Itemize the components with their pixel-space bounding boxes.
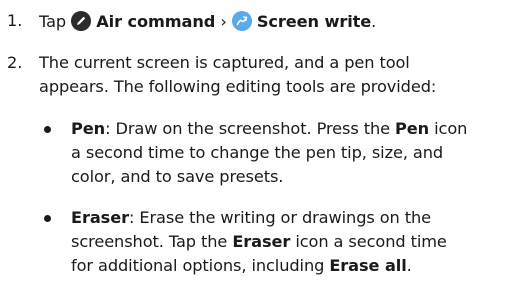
screen-write-icon [231,11,252,31]
step-2-line-2: appears. The following editing tools are… [39,77,437,96]
step-1-period: . [371,12,377,31]
eraser-bullet-line-2: screenshot. Tap the Eraser icon a second… [71,232,447,252]
pen-bullet-line-3: color, and to save presets. [71,167,284,186]
menu-separator: › [220,12,227,31]
pen-inline-bold: Pen [395,119,430,138]
eraser-term: Eraser [71,208,129,227]
eraser-line2-a: screenshot. Tap the [71,232,233,251]
air-command-label: Air command [96,12,216,31]
step-2-number: 2. [7,53,23,72]
pen-bullet-line-1: Pen: Draw on the screenshot. Press the P… [71,119,467,139]
pen-desc-c: icon [429,119,468,138]
eraser-inline-bold: Eraser [232,232,291,251]
pen-desc-a: : Draw on the screenshot. Press the [105,119,396,138]
eraser-line3-a: for additional options, including [71,256,330,275]
pen-bullet-line-2: a second time to change the pen tip, siz… [71,143,444,162]
step-2-line-1: The current screen is captured, and a pe… [39,53,410,72]
bullet-dot-pen [44,126,51,133]
eraser-desc-a: : Erase the writing or drawings on the [128,208,432,227]
step-1-tap: Tap [39,12,67,31]
eraser-line3-end: . [406,256,412,275]
screen-write-label: Screen write [256,12,372,31]
step-1-number: 1. [7,11,23,30]
step-1-text: Tap Air command › Screen write. [39,11,376,32]
eraser-line2-end: icon a second time [290,232,447,251]
eraser-bullet-line-3: for additional options, including Erase … [71,256,412,276]
air-command-icon [71,11,92,31]
eraser-bullet-line-1: Eraser: Erase the writing or drawings on… [71,208,431,228]
instructions-page: 1. Tap Air command › Screen write. 2. Th… [0,0,524,308]
bullet-dot-eraser [44,215,51,222]
erase-all-bold: Erase all [329,256,407,275]
pen-term: Pen [71,119,106,138]
